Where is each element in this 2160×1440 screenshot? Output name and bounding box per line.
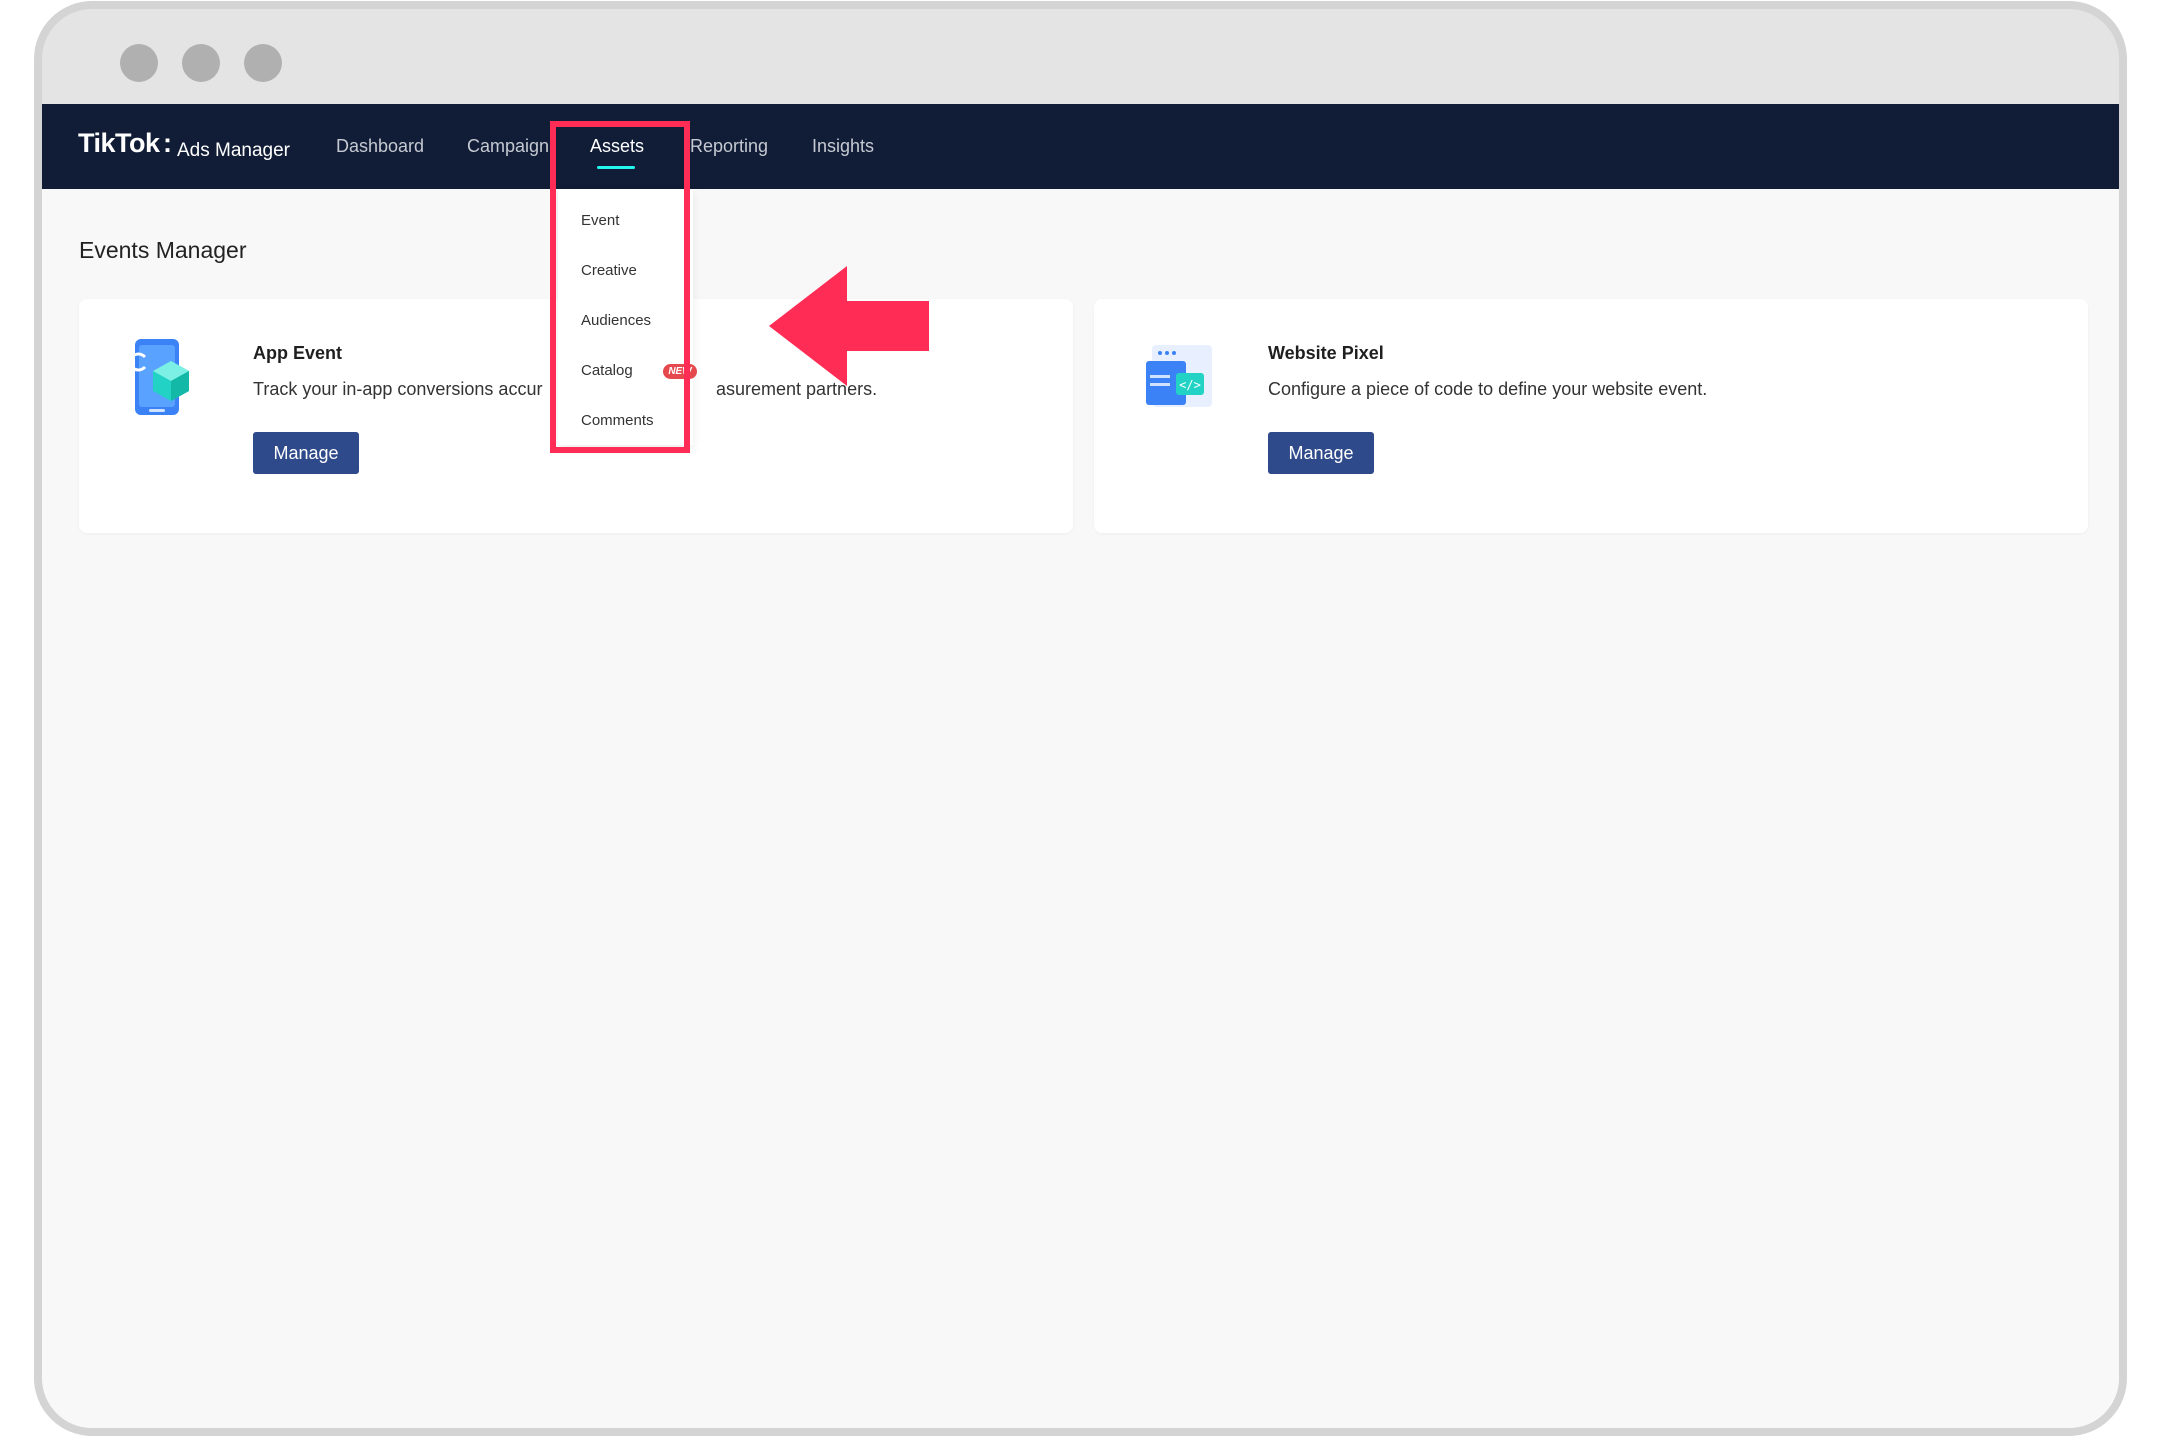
website-pixel-manage-button[interactable]: Manage [1268, 432, 1374, 474]
browser-window: TikTok : Ads Manager Dashboard Campaign … [34, 1, 2127, 1436]
top-navigation-bar: TikTok : Ads Manager Dashboard Campaign … [42, 104, 2119, 189]
app-event-description-start: Track your in-app conversions accur [253, 379, 543, 399]
website-pixel-title: Website Pixel [1268, 343, 1384, 363]
window-close-control[interactable] [120, 44, 158, 82]
main-content: Events Manager App Event Track your in-a… [42, 189, 2119, 1428]
logo-colon: : [163, 128, 172, 158]
ads-manager-label: Ads Manager [177, 140, 291, 161]
nav-reporting[interactable]: Reporting [690, 136, 768, 157]
highlight-annotation-box [550, 121, 690, 453]
window-maximize-control[interactable] [244, 44, 282, 82]
app-event-icon [130, 339, 189, 415]
tiktok-logo[interactable]: TikTok [78, 128, 160, 159]
nav-insights[interactable]: Insights [812, 136, 874, 157]
website-pixel-icon: </> [1146, 345, 1212, 407]
app-event-manage-button[interactable]: Manage [253, 432, 359, 474]
nav-campaign[interactable]: Campaign [467, 136, 549, 157]
nav-dashboard[interactable]: Dashboard [336, 136, 424, 157]
website-pixel-description: Configure a piece of code to define your… [1268, 379, 1708, 399]
page-title: Events Manager [79, 237, 247, 263]
app-event-title: App Event [253, 343, 343, 363]
pointer-arrow-icon [769, 266, 929, 386]
website-pixel-card: </> Website Pixel Configure a piece of c… [1094, 299, 2088, 533]
window-minimize-control[interactable] [182, 44, 220, 82]
svg-text:</>: </> [1179, 378, 1201, 392]
